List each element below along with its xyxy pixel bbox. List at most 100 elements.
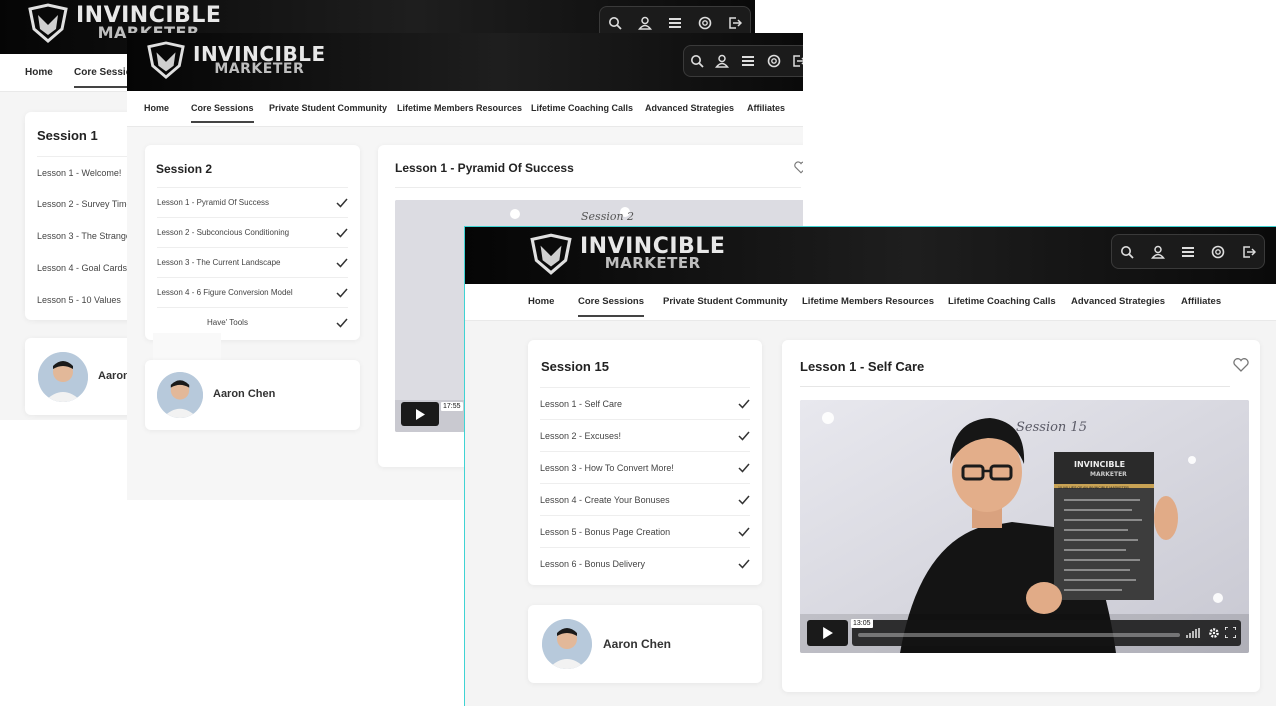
nav-advanced-strategies[interactable]: Advanced Strategies [1071, 296, 1165, 307]
lesson-label: Lesson 2 - Survey Time [37, 199, 132, 209]
check-icon [738, 527, 750, 537]
lesson-label: Lesson 4 - Goal Cards [37, 263, 128, 273]
support-icon[interactable] [696, 14, 714, 32]
user-icon[interactable] [713, 52, 731, 70]
main-nav: Home Core Sessions Private Student Commu… [465, 284, 1276, 321]
lesson-row[interactable]: Lesson 1 - Self Care [540, 387, 750, 419]
divider [395, 187, 801, 188]
lesson-label: Lesson 4 - 6 Figure Conversion Model [157, 288, 293, 297]
nav-home[interactable]: Home [528, 296, 554, 307]
check-icon [336, 318, 348, 328]
avatar [38, 352, 88, 402]
logout-icon[interactable] [790, 52, 803, 70]
lesson-row[interactable]: Lesson 2 - Excuses! [540, 419, 750, 451]
heart-icon[interactable] [794, 161, 803, 174]
lesson-card: Lesson 1 - Self Care Session 15 INVINCIB… [782, 340, 1260, 692]
nav-advanced-strategies[interactable]: Advanced Strategies [645, 103, 734, 113]
check-icon [738, 399, 750, 409]
play-icon [416, 408, 425, 420]
nav-private-student-community[interactable]: Private Student Community [269, 103, 387, 113]
header-icon-bar [683, 45, 803, 77]
divider [800, 386, 1230, 387]
heart-icon[interactable] [1233, 358, 1249, 372]
author-photo [542, 619, 592, 669]
volume-icon[interactable] [1186, 628, 1202, 638]
lesson-row[interactable]: Lesson 4 - 6 Figure Conversion Model [157, 277, 348, 307]
main-nav: Home Core Sessions Private Student Commu… [127, 91, 803, 127]
lesson-row[interactable]: Lesson 5 - Bonus Page Creation [540, 515, 750, 547]
play-icon [823, 627, 833, 639]
shield-logo-icon [28, 3, 68, 43]
brand-logo[interactable]: INVINCIBLE MARKETER [528, 233, 725, 275]
nav-lifetime-members-resources[interactable]: Lifetime Members Resources [802, 296, 934, 307]
session-card: Session 15 Lesson 1 - Self Care Lesson 2… [528, 340, 762, 585]
paper-heading: INVINCIBLE [1074, 460, 1126, 469]
avatar [157, 372, 203, 418]
video-player[interactable]: Session 15 INVINCIBLE MARKETER 10 VALUES… [800, 400, 1249, 653]
nav-core-sessions[interactable]: Core Sessions [578, 296, 644, 317]
search-icon[interactable] [606, 14, 624, 32]
whiteboard-text: Session 15 [1016, 420, 1087, 435]
lesson-row[interactable]: Lesson 3 - The Current Landscape [157, 247, 348, 277]
author-photo [157, 372, 203, 418]
check-icon [336, 288, 348, 298]
nav-lifetime-coaching-calls[interactable]: Lifetime Coaching Calls [948, 296, 1056, 307]
nav-lifetime-coaching-calls[interactable]: Lifetime Coaching Calls [531, 103, 633, 113]
video-progress-bar[interactable] [858, 633, 1180, 637]
lesson-row[interactable]: Lesson 1 - Pyramid Of Success [157, 187, 348, 217]
brand-logo[interactable]: INVINCIBLE MARKETER [145, 41, 326, 79]
user-icon[interactable] [1149, 243, 1167, 261]
brand-wordmark: INVINCIBLE MARKETER [580, 236, 725, 270]
nav-lifetime-members-resources[interactable]: Lifetime Members Resources [397, 103, 522, 113]
overlay-patch [153, 333, 221, 361]
nav-home[interactable]: Home [25, 67, 53, 78]
lesson-label: Lesson 6 - Bonus Delivery [540, 558, 646, 569]
author-card: Aaron Chen [145, 360, 360, 430]
lesson-row[interactable]: Lesson 2 - Subconcious Conditioning [157, 217, 348, 247]
lesson-label: Lesson 4 - Create Your Bonuses [540, 494, 670, 505]
nav-home[interactable]: Home [144, 103, 169, 113]
logout-icon[interactable] [726, 14, 744, 32]
brand-line1: INVINCIBLE [193, 41, 326, 66]
support-icon[interactable] [765, 52, 783, 70]
lesson-title: Lesson 1 - Pyramid Of Success [395, 161, 574, 175]
author-photo [38, 352, 88, 402]
list-icon[interactable] [666, 14, 684, 32]
list-icon[interactable] [1179, 243, 1197, 261]
paper-subheading: MARKETER [1090, 471, 1127, 478]
search-icon[interactable] [688, 52, 706, 70]
check-icon [336, 198, 348, 208]
lesson-row[interactable]: Lesson 3 - How To Convert More! [540, 451, 750, 483]
logout-icon[interactable] [1240, 243, 1258, 261]
lesson-label: Lesson 1 - Self Care [540, 398, 623, 409]
shield-logo-icon [147, 41, 185, 79]
check-icon [336, 258, 348, 268]
nav-private-student-community[interactable]: Private Student Community [663, 296, 788, 307]
fullscreen-icon[interactable] [1225, 627, 1236, 638]
list-icon[interactable] [739, 52, 757, 70]
nav-core-sessions[interactable]: Core Sessions [191, 103, 254, 123]
play-button[interactable] [401, 402, 439, 426]
nav-affiliates[interactable]: Affiliates [747, 103, 785, 113]
paper-title: 10 VALUES OF AN INVINCIBLE MARKETER [1058, 486, 1129, 490]
user-icon[interactable] [636, 14, 654, 32]
lesson-label: Lesson 3 - The Strange [37, 231, 131, 241]
support-icon[interactable] [1209, 243, 1227, 261]
lesson-row[interactable]: Lesson 4 - Create Your Bonuses [540, 483, 750, 515]
session-card: Session 2 Lesson 1 - Pyramid Of Success … [145, 145, 360, 340]
header-icon-bar [1111, 234, 1265, 269]
brand-wordmark: INVINCIBLE MARKETER [193, 41, 326, 76]
search-icon[interactable] [1118, 243, 1136, 261]
session-title: Session 1 [37, 128, 98, 143]
author-name: Aaron Chen [603, 637, 672, 651]
lesson-row[interactable]: Lesson 6 - Bonus Delivery [540, 547, 750, 579]
lesson-label: Lesson 1 - Pyramid Of Success [157, 198, 270, 207]
lesson-label: Lesson 5 - 10 Values [37, 295, 121, 305]
session-title: Session 2 [156, 162, 213, 176]
author-name: Aaron Chen [213, 388, 276, 400]
whiteboard-text: Session 2 [581, 210, 635, 223]
settings-gear-icon[interactable] [1208, 627, 1220, 639]
play-button[interactable] [807, 620, 848, 646]
nav-affiliates[interactable]: Affiliates [1181, 296, 1221, 307]
check-icon [336, 228, 348, 238]
